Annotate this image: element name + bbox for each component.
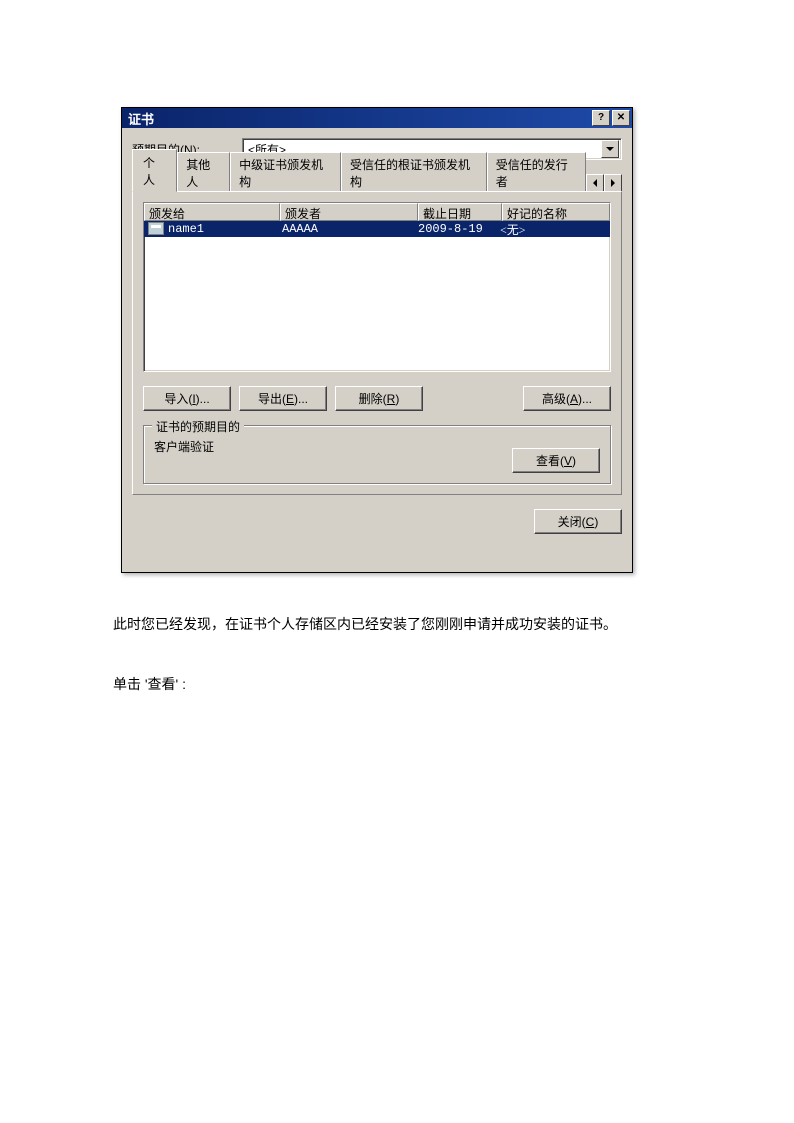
titlebar[interactable]: 证书 ? ✕ <box>122 108 632 128</box>
tab-personal[interactable]: 个人 <box>132 149 177 192</box>
view-button[interactable]: 查看(V) <box>512 448 600 473</box>
groupbox-title: 证书的预期目的 <box>152 418 244 435</box>
tab-trusted-root-ca[interactable]: 受信任的根证书颁发机构 <box>341 152 487 192</box>
export-button[interactable]: 导出(E)... <box>239 386 327 411</box>
tab-scroll-right[interactable] <box>604 174 622 192</box>
tab-strip: 个人 其他人 中级证书颁发机构 受信任的根证书颁发机构 受信任的发行者 <box>132 170 622 192</box>
table-row[interactable]: name1 AAAAA 2009-8-19 <无> <box>144 221 610 237</box>
cell-friendly: <无> <box>496 221 610 238</box>
tab-panel: 颁发给 颁发者 截止日期 好记的名称 name1 AAAAA 2009-8-19 <box>132 191 622 495</box>
tab-scroll-left[interactable] <box>586 174 604 192</box>
certificate-list[interactable]: 颁发给 颁发者 截止日期 好记的名称 name1 AAAAA 2009-8-19 <box>143 202 611 372</box>
advanced-button[interactable]: 高级(A)... <box>523 386 611 411</box>
purpose-groupbox: 证书的预期目的 客户端验证 查看(V) <box>143 425 611 484</box>
tab-trusted-publishers[interactable]: 受信任的发行者 <box>487 152 586 192</box>
col-friendly[interactable]: 好记的名称 <box>502 203 610 221</box>
col-issued-by[interactable]: 颁发者 <box>280 203 418 221</box>
tab-other-people[interactable]: 其他人 <box>177 152 230 192</box>
close-button[interactable]: 关闭(C) <box>534 509 622 534</box>
delete-button[interactable]: 删除(R) <box>335 386 423 411</box>
cell-issued-to: name1 <box>144 222 278 236</box>
certificates-dialog: 证书 ? ✕ 预期目的(N): <所有> 个人 其他人 中级证书颁发机构 受信任… <box>121 107 633 573</box>
close-icon[interactable]: ✕ <box>612 110 630 126</box>
chevron-down-icon[interactable] <box>601 140 619 158</box>
import-button[interactable]: 导入(I)... <box>143 386 231 411</box>
doc-paragraph-2: 单击 '查看' : <box>113 674 186 694</box>
window-title: 证书 <box>124 109 590 128</box>
cell-expiry: 2009-8-19 <box>414 222 496 236</box>
list-header: 颁发给 颁发者 截止日期 好记的名称 <box>144 203 610 221</box>
cell-issued-by: AAAAA <box>278 222 414 236</box>
doc-paragraph-1: 此时您已经发现，在证书个人存储区内已经安装了您刚刚申请并成功安装的证书。 <box>113 614 617 634</box>
col-issued-to[interactable]: 颁发给 <box>144 203 280 221</box>
certificate-icon <box>148 222 164 235</box>
help-button[interactable]: ? <box>592 110 610 126</box>
col-expiry[interactable]: 截止日期 <box>418 203 502 221</box>
purpose-text: 客户端验证 <box>154 438 512 455</box>
tab-intermediate-ca[interactable]: 中级证书颁发机构 <box>230 152 341 192</box>
